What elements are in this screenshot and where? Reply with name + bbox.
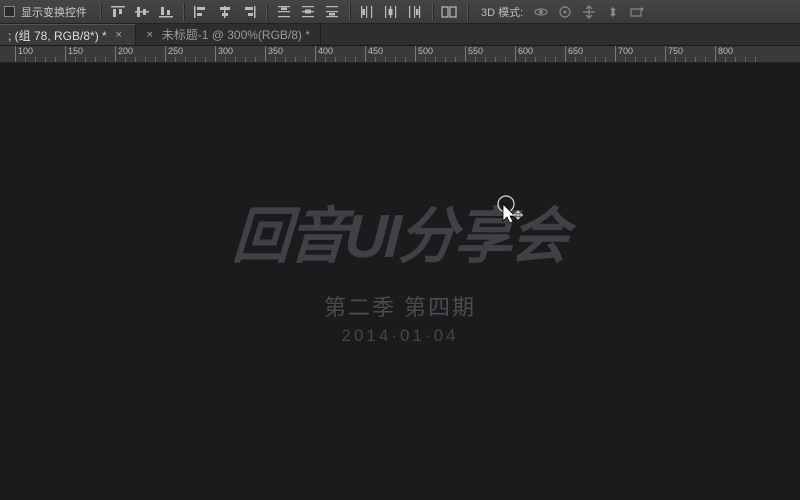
distribute-left-edges-icon[interactable] [357, 3, 377, 21]
canvas-area: 回音UI分享会 第二季 第四期 2014·01·04 [0, 63, 800, 500]
align-right-edges-icon[interactable] [239, 3, 259, 21]
separator [467, 3, 468, 21]
align-vertical-centers-icon[interactable] [132, 3, 152, 21]
options-bar: 显示变换控件 3D 模式: [0, 0, 800, 24]
separator [349, 3, 350, 21]
distribute-bottom-edges-icon[interactable] [322, 3, 342, 21]
align-horizontal-centers-icon[interactable] [215, 3, 235, 21]
3d-slide-icon[interactable] [603, 3, 623, 21]
document-tab[interactable]: × 未标题-1 @ 300%(RGB/8) * [136, 24, 321, 45]
align-top-edges-icon[interactable] [108, 3, 128, 21]
3d-orbit-icon[interactable] [531, 3, 551, 21]
artwork-date: 2014·01·04 [342, 326, 459, 346]
auto-align-layers-icon[interactable] [440, 3, 460, 21]
artwork-title: 回音UI分享会 [231, 207, 569, 268]
show-transform-label: 显示变换控件 [21, 4, 87, 20]
tab-close-icon[interactable]: × [113, 29, 125, 41]
separator [100, 3, 101, 21]
separator [432, 3, 433, 21]
align-left-edges-icon[interactable] [191, 3, 211, 21]
distribute-right-edges-icon[interactable] [405, 3, 425, 21]
separator [266, 3, 267, 21]
mode-3d-label: 3D 模式: [481, 4, 523, 20]
distribute-vertical-centers-icon[interactable] [298, 3, 318, 21]
document-tab[interactable]: ; (组 78, RGB/8*) * × [0, 24, 136, 45]
separator [183, 3, 184, 21]
3d-roll-icon[interactable] [555, 3, 575, 21]
horizontal-ruler[interactable]: 1001502002503003504004505005506006507007… [0, 46, 800, 63]
tab-close-icon[interactable]: × [144, 29, 156, 41]
canvas[interactable]: 回音UI分享会 第二季 第四期 2014·01·04 [0, 63, 800, 500]
distribute-horizontal-centers-icon[interactable] [381, 3, 401, 21]
align-bottom-edges-icon[interactable] [156, 3, 176, 21]
tab-title: ; (组 78, RGB/8*) * [8, 27, 107, 44]
show-transform-checkbox[interactable] [4, 6, 15, 17]
distribute-top-edges-icon[interactable] [274, 3, 294, 21]
tab-title: 未标题-1 @ 300%(RGB/8) * [162, 26, 310, 43]
3d-pan-icon[interactable] [579, 3, 599, 21]
artwork-subtitle: 第二季 第四期 [324, 290, 476, 322]
3d-scale-icon[interactable] [627, 3, 647, 21]
document-tabs-bar: ; (组 78, RGB/8*) * × × 未标题-1 @ 300%(RGB/… [0, 24, 800, 46]
